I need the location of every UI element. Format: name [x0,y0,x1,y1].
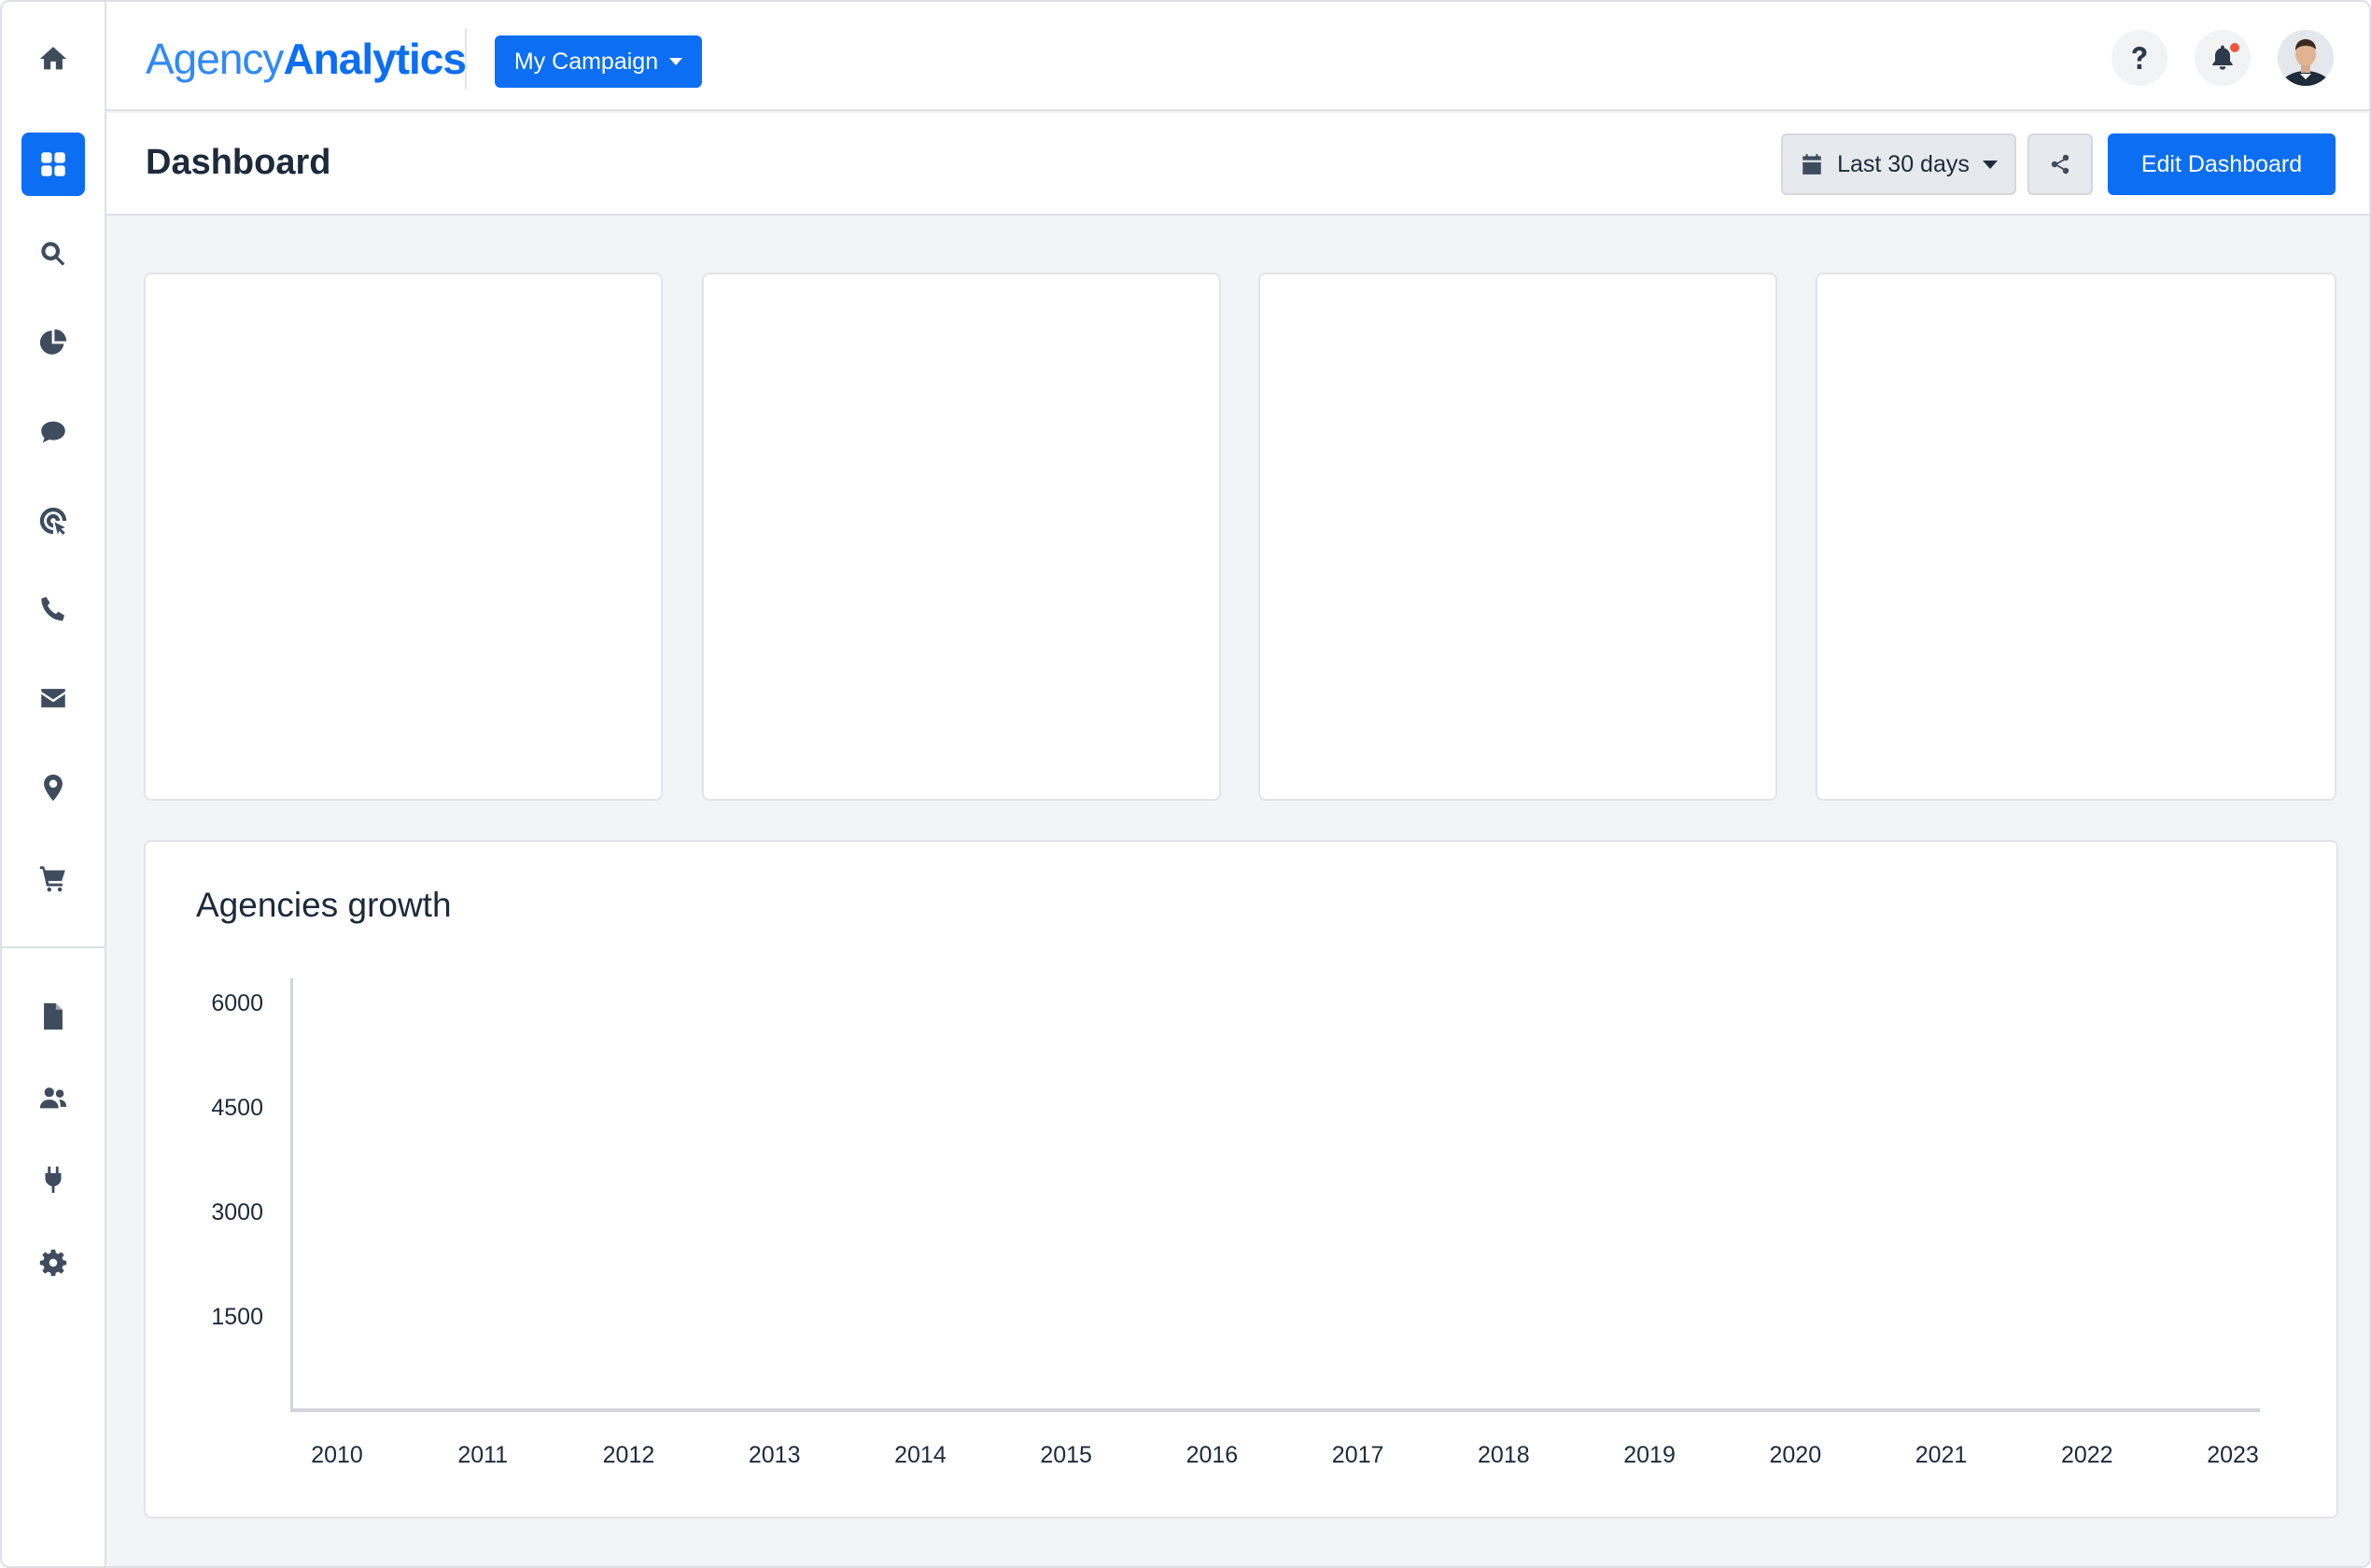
sidebar-item-documents[interactable] [21,985,85,1048]
sidebar-item-search[interactable] [21,222,85,286]
sidebar-item-ads[interactable] [21,489,85,553]
plug-icon [45,1166,62,1194]
x-tick-label: 2019 [1623,1442,1676,1468]
notification-dot [2230,43,2239,52]
chart-title: Agencies growth [196,886,452,924]
sidebar-item-email[interactable] [21,666,85,730]
user-avatar-icon [2278,30,2334,86]
sidebar-item-home[interactable] [21,27,85,91]
app-window: AgencyAnalytics My Campaign Dashboard La… [0,0,2371,1568]
gear-icon [39,1249,67,1277]
sidebar-item-integrations[interactable] [21,1148,85,1211]
sidebar-item-dashboard[interactable] [21,133,85,196]
sidebar-item-settings[interactable] [21,1231,85,1295]
phone-icon [41,596,65,622]
share-icon [2051,154,2069,175]
brand-name-light: Agency [146,35,284,83]
sidebar [2,2,106,1566]
page-title: Dashboard [146,143,331,182]
x-tick-label: 2022 [2060,1442,2113,1468]
y-tick-label: 4500 [211,1095,263,1121]
x-tick-label: 2013 [748,1442,801,1468]
x-tick-label: 2011 [457,1442,509,1468]
sidebar-item-reports-pie[interactable] [21,311,85,374]
caret-down-icon [1982,160,1998,169]
x-tick-label: 2018 [1478,1442,1530,1468]
x-tick-label: 2015 [1040,1442,1092,1468]
widget-card-1 [144,273,663,801]
search-icon [41,242,65,266]
x-tick-label: 2021 [1915,1442,1968,1468]
dashboard-header: Dashboard Last 30 days Edit Dashboard [106,113,2369,216]
widget-card-2 [702,273,1221,801]
x-tick-label: 2020 [1769,1442,1822,1468]
cart-icon [39,866,65,892]
y-tick-label: 3000 [211,1199,263,1225]
notifications-button[interactable] [2195,30,2251,86]
widget-card-3 [1258,273,1777,801]
home-icon [39,47,67,70]
pie-chart-icon [39,329,67,355]
sidebar-item-calls[interactable] [21,578,85,641]
date-range-dropdown[interactable]: Last 30 days [1781,133,2016,195]
sidebar-item-ecommerce[interactable] [21,847,85,910]
map-pin-icon [44,774,63,802]
x-axis-line [290,1408,2260,1412]
y-axis-line [290,978,293,1412]
question-icon [2132,47,2147,69]
help-button[interactable] [2111,30,2168,86]
envelope-icon [41,689,65,707]
y-tick-label: 6000 [211,990,263,1016]
sidebar-item-users[interactable] [21,1066,85,1129]
target-icon [39,507,67,535]
widget-card-4 [1816,273,2336,801]
campaign-label: My Campaign [513,48,659,75]
x-tick-label: 2016 [1186,1442,1239,1468]
caret-down-icon [669,58,683,65]
x-tick-label: 2017 [1331,1442,1384,1468]
sidebar-item-comments[interactable] [21,400,85,464]
x-tick-label: 2023 [2207,1442,2259,1468]
x-tick-label: 2014 [894,1442,947,1468]
file-icon [44,1002,63,1030]
share-button[interactable] [2027,133,2093,195]
brand-logo[interactable]: AgencyAnalytics [146,34,467,84]
users-icon [39,1087,67,1109]
user-avatar[interactable] [2278,30,2334,86]
grid-icon [41,152,65,176]
topbar-divider [465,28,467,90]
sidebar-item-location[interactable] [21,756,85,819]
agencies-growth-card [144,840,2338,1519]
x-tick-label: 2012 [602,1442,655,1468]
edit-dashboard-button[interactable]: Edit Dashboard [2108,133,2336,195]
x-tick-label: 2010 [311,1442,363,1468]
calendar-icon [1803,154,1821,175]
brand-name-bold: Analytics [283,35,467,83]
y-tick-label: 1500 [211,1304,263,1330]
chat-icon [41,421,65,443]
top-bar: AgencyAnalytics My Campaign [106,2,2369,111]
sidebar-divider [2,946,106,948]
campaign-dropdown[interactable]: My Campaign [495,35,702,88]
date-range-label: Last 30 days [1837,150,1970,177]
